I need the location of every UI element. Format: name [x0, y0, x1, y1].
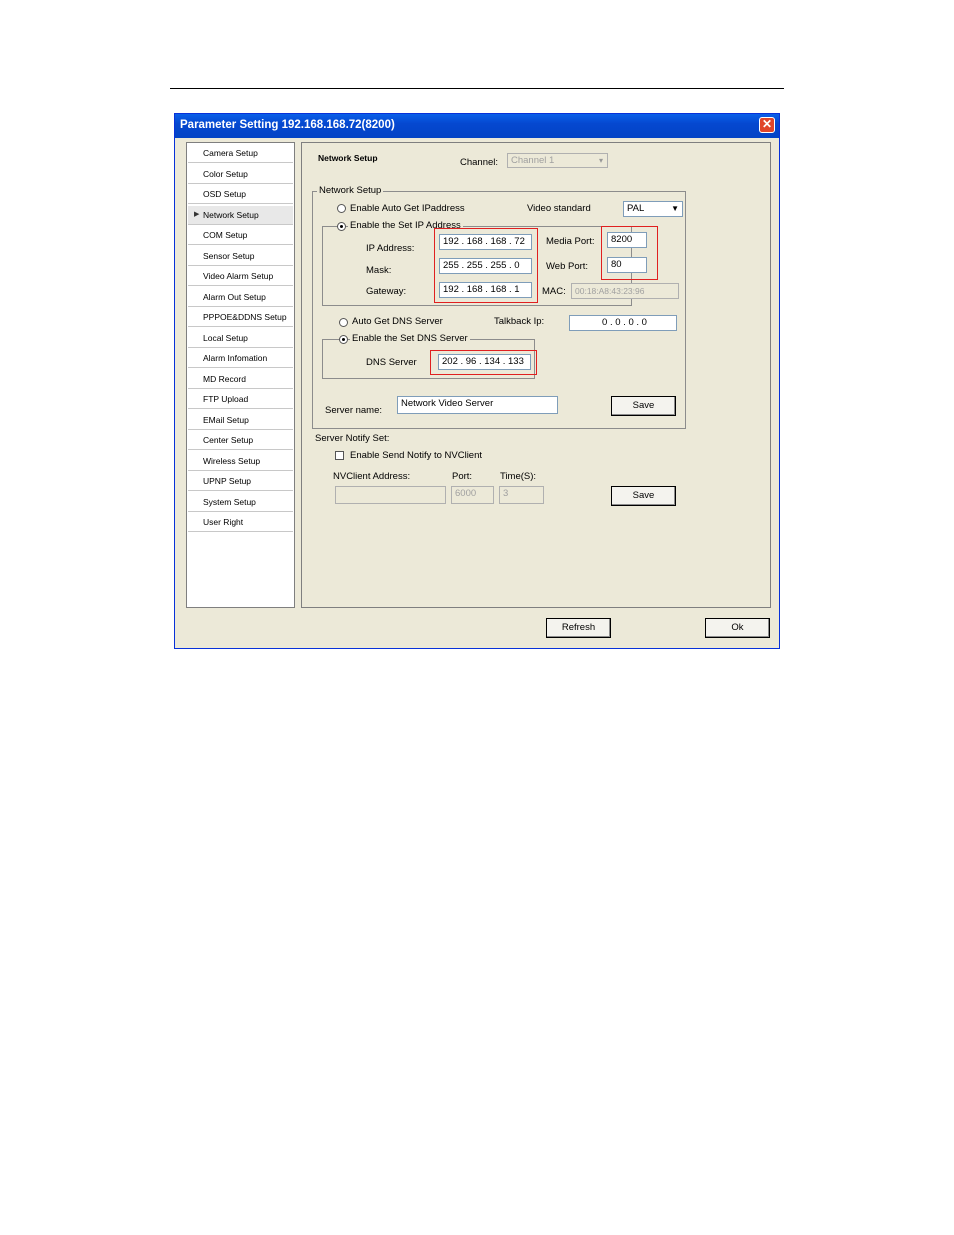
sidebar-item[interactable]: COM Setup	[188, 226, 293, 245]
sidebar-item[interactable]: ▶ Network Setup	[188, 205, 293, 225]
sidebar-item-label: UPNP Setup	[203, 476, 252, 486]
sidebar-item-label: Center Setup	[203, 435, 254, 445]
sidebar-item[interactable]: Center Setup	[188, 431, 293, 450]
time-label: Time(S):	[500, 471, 537, 482]
media-port-label: Media Port:	[546, 236, 595, 247]
panel-header: Network Setup	[318, 153, 378, 163]
web-port-label: Web Port:	[546, 261, 589, 272]
server-name-field[interactable]: Network Video Server	[397, 396, 558, 414]
parameter-setting-window: Parameter Setting 192.168.168.72(8200) ✕…	[174, 113, 780, 649]
ip-address-label: IP Address:	[366, 243, 415, 254]
channel-select[interactable]: Channel 1 ▾	[507, 153, 608, 168]
notify-checkbox[interactable]	[335, 451, 344, 460]
chevron-down-icon: ▼	[671, 204, 679, 213]
sidebar-item[interactable]: Camera Setup	[188, 144, 293, 163]
dns-server-label: DNS Server	[366, 357, 417, 368]
gateway-label: Gateway:	[366, 286, 407, 297]
auto-dns-label: Auto Get DNS Server	[352, 316, 443, 327]
sidebar-item-label: System Setup	[203, 496, 256, 507]
sidebar-item[interactable]: UPNP Setup	[188, 472, 293, 491]
port-label: Port:	[452, 471, 473, 482]
mac-field: 00:18:A8:43:23:96	[571, 283, 679, 299]
sidebar-item-label: Network Setup	[203, 209, 259, 220]
network-setup-panel: Network Setup Channel: Channel 1 ▾ Netwo…	[301, 142, 771, 608]
sidebar-item-label: Wireless Setup	[203, 455, 261, 466]
sidebar-item-label: MD Record	[203, 373, 246, 384]
selected-arrow-icon: ▶	[194, 210, 200, 218]
dns-highlight-box	[430, 350, 537, 375]
sidebar-item-label: User Right	[203, 517, 244, 527]
sidebar-item-label: PPPOE&DDNS Setup	[203, 312, 287, 322]
sidebar-item-label: Local Setup	[203, 332, 248, 343]
channel-select-value: Channel 1	[511, 155, 555, 166]
time-field: 3	[499, 486, 544, 504]
sidebar-item-label: Video Alarm Setup	[203, 271, 274, 281]
sidebar-item[interactable]: Wireless Setup	[188, 451, 293, 471]
sidebar-item[interactable]: EMail Setup	[188, 410, 293, 430]
auto-dns-radio[interactable]	[339, 318, 348, 327]
notify-group-label: Server Notify Set:	[315, 433, 390, 444]
mac-label: MAC:	[542, 286, 566, 297]
server-name-label: Server name:	[325, 405, 383, 416]
title-bar[interactable]: Parameter Setting 192.168.168.72(8200) ✕	[175, 114, 779, 138]
save-notify-button[interactable]: Save	[611, 486, 676, 506]
sidebar-item[interactable]: Sensor Setup	[188, 246, 293, 266]
ip-highlight-box	[434, 228, 538, 303]
refresh-button[interactable]: Refresh	[546, 618, 611, 638]
talkback-ip-field[interactable]: 0 . 0 . 0 . 0	[569, 315, 677, 331]
sidebar-item[interactable]: OSD Setup	[188, 185, 293, 204]
sidebar-item-label: Alarm Out Setup	[203, 291, 266, 302]
sidebar-item-label: Alarm Infomation	[203, 353, 268, 363]
save-button[interactable]: Save	[611, 396, 676, 416]
sidebar-item[interactable]: FTP Upload	[188, 390, 293, 409]
nvclient-address-label: NVClient Address:	[333, 471, 411, 482]
window-title: Parameter Setting 192.168.168.72(8200)	[180, 119, 395, 131]
set-ip-radio[interactable]	[337, 222, 346, 231]
sidebar-item[interactable]: MD Record	[188, 369, 293, 389]
chevron-down-icon: ▾	[598, 156, 603, 165]
port-highlight-box	[601, 226, 658, 280]
channel-label: Channel:	[460, 157, 499, 168]
set-dns-radio[interactable]	[339, 335, 348, 344]
network-setup-legend: Network Setup	[317, 185, 384, 196]
ok-button[interactable]: Ok	[705, 618, 770, 638]
sidebar-item[interactable]: Video Alarm Setup	[188, 267, 293, 286]
page-rule	[170, 88, 784, 89]
auto-ip-radio[interactable]	[337, 204, 346, 213]
sidebar-item-label: FTP Upload	[203, 394, 249, 404]
talkback-label: Talkback Ip:	[494, 316, 545, 327]
sidebar-item-label: COM Setup	[203, 230, 248, 240]
sidebar-item[interactable]: System Setup	[188, 492, 293, 512]
sidebar-item[interactable]: Local Setup	[188, 328, 293, 348]
sidebar-item-label: EMail Setup	[203, 414, 249, 425]
nvclient-address-field	[335, 486, 446, 504]
close-icon[interactable]: ✕	[759, 117, 775, 133]
video-standard-value: PAL	[627, 203, 645, 214]
auto-ip-label: Enable Auto Get IPaddress	[350, 203, 465, 214]
port-field: 6000	[451, 486, 494, 504]
mask-label: Mask:	[366, 265, 392, 276]
sidebar-item[interactable]: Alarm Infomation	[188, 349, 293, 368]
set-dns-label: Enable the Set DNS Server	[350, 333, 470, 344]
sidebar-item[interactable]: Alarm Out Setup	[188, 287, 293, 307]
sidebar-item[interactable]: PPPOE&DDNS Setup	[188, 308, 293, 327]
sidebar-item[interactable]: Color Setup	[188, 164, 293, 184]
sidebar-item-label: OSD Setup	[203, 189, 246, 199]
video-standard-label: Video standard	[527, 203, 591, 214]
video-standard-select[interactable]: PAL ▼	[623, 201, 683, 217]
notify-checkbox-label: Enable Send Notify to NVClient	[350, 450, 483, 461]
sidebar-menu: Camera Setup Color Setup OSD Setup ▶ Network…	[186, 142, 295, 608]
sidebar-item[interactable]: User Right	[188, 513, 293, 532]
sidebar-item-label: Color Setup	[203, 168, 248, 179]
sidebar-item-label: Sensor Setup	[203, 250, 255, 261]
sidebar-item-label: Camera Setup	[203, 148, 258, 158]
